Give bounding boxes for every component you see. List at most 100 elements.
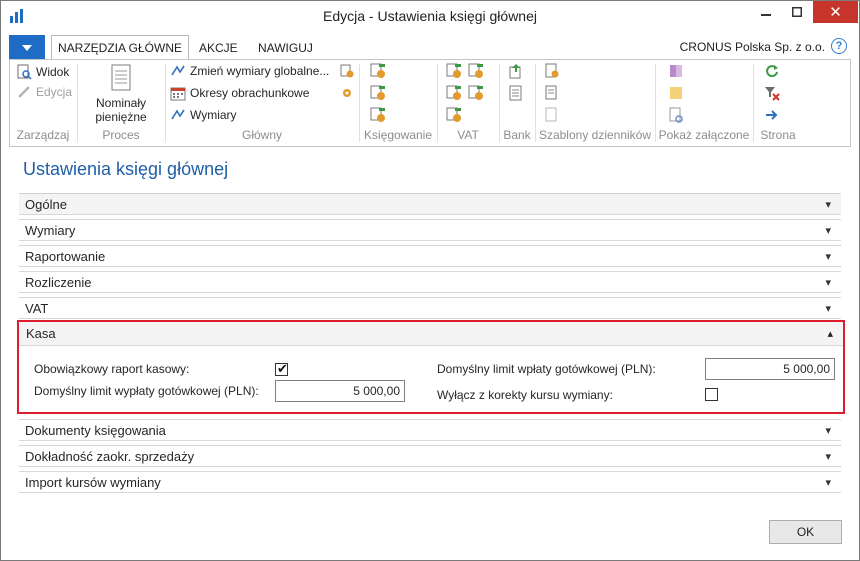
dimensions-label: Wymiary [190, 108, 237, 122]
fasttab-label: Kasa [26, 326, 56, 341]
next-arrow-icon[interactable] [764, 107, 780, 126]
dialog-window: Edycja - Ustawienia księgi głównej ✕ NAR… [0, 0, 860, 561]
chevron-down-icon: ▾ [825, 251, 831, 263]
dropdown-arrow-icon [22, 40, 32, 54]
group-label-vat: VAT [457, 128, 479, 142]
fasttab-label: Wymiary [25, 222, 76, 238]
fasttab-import-kursow[interactable]: Import kursów wymiany ▾ [19, 471, 841, 493]
bank-statement-icon[interactable] [508, 85, 524, 104]
vat-icon[interactable] [468, 85, 484, 104]
journal-template-icon[interactable] [544, 85, 560, 104]
chevron-down-icon: ▾ [825, 477, 831, 489]
ribbon-group-proces: Nominały pieniężne Proces [78, 60, 164, 146]
fasttab-label: Ogólne [25, 196, 67, 212]
chevron-down-icon: ▾ [825, 451, 831, 463]
tab-narzedzia-glowne[interactable]: NARZĘDZIA GŁÓWNE [51, 35, 190, 61]
edit-icon [16, 84, 32, 100]
chevron-down-icon: ▾ [825, 425, 831, 437]
edit-button[interactable]: Edycja [16, 84, 72, 100]
group-label-zarzadzaj: Zarządzaj [16, 128, 70, 142]
tab-nawiguj[interactable]: NAWIGUJ [252, 35, 319, 60]
fasttab-kasa[interactable]: Kasa ▴ [19, 322, 843, 346]
company-name: CRONUS Polska Sp. z o.o. [679, 40, 825, 54]
accounting-periods-label: Okresy obrachunkowe [190, 86, 310, 100]
denominations-label-line1: Nominały [95, 96, 146, 110]
group-label-zalaczone: Pokaż załączone [658, 128, 750, 142]
chevron-down-icon: ▾ [825, 225, 831, 237]
exclude-rate-adjustment-checkbox[interactable] [705, 388, 718, 401]
mandatory-cash-report-checkbox[interactable]: ✔ [275, 361, 288, 376]
fasttab-wymiary[interactable]: Wymiary ▾ [19, 219, 841, 241]
view-button[interactable]: Widok [16, 64, 69, 80]
group-label-proces: Proces [102, 128, 140, 142]
chevron-down-icon: ▾ [825, 303, 831, 315]
fasttab-label: VAT [25, 300, 49, 316]
notes-icon[interactable] [668, 85, 684, 104]
settings-gear-icon[interactable] [340, 64, 354, 81]
posting-icon[interactable] [370, 85, 386, 104]
fasttab-rozliczenie[interactable]: Rozliczenie ▾ [19, 271, 841, 293]
clear-filter-icon[interactable] [764, 85, 780, 104]
ribbon-group-bank: Bank [500, 60, 534, 146]
payout-limit-field[interactable]: 5 000,00 [275, 380, 405, 402]
links-icon[interactable] [668, 107, 684, 126]
ribbon-group-zalaczone: Pokaż załączone [656, 60, 752, 146]
minimize-icon [761, 4, 771, 20]
checkmark-icon: ✔ [277, 361, 288, 376]
journal-template-icon[interactable] [544, 107, 560, 126]
app-menu-button[interactable] [9, 35, 45, 59]
fasttab-label: Import kursów wymiany [25, 474, 161, 490]
ribbon-group-glowny: Zmień wymiary globalne... Okresy obrachu… [166, 60, 358, 146]
chevron-up-icon: ▴ [827, 328, 833, 340]
title-bar[interactable]: Edycja - Ustawienia księgi głównej ✕ [1, 1, 859, 31]
change-global-dimensions-button[interactable]: Zmień wymiary globalne... [170, 63, 329, 79]
minimize-button[interactable] [751, 1, 781, 23]
tab-akcje[interactable]: AKCJE [193, 35, 244, 60]
fasttab-label: Dokładność zaokr. sprzedaży [25, 448, 195, 464]
document-icon [110, 64, 132, 92]
fasttab-label: Dokumenty księgowania [25, 422, 166, 438]
dimensions-icon [170, 107, 186, 123]
ok-button[interactable]: OK [769, 520, 842, 544]
ribbon-group-szablony: Szablony dzienników [536, 60, 654, 146]
chevron-down-icon: ▾ [825, 199, 831, 211]
group-label-szablony: Szablony dzienników [538, 128, 652, 142]
vat-icon[interactable] [468, 63, 484, 82]
change-dimensions-icon [170, 63, 186, 79]
view-icon [16, 64, 32, 80]
journal-template-icon[interactable] [544, 63, 560, 82]
posting-icon[interactable] [370, 63, 386, 82]
onenote-icon[interactable] [668, 63, 684, 82]
settings-gear-icon[interactable] [340, 86, 354, 103]
vat-icon[interactable] [446, 85, 462, 104]
vat-icon[interactable] [446, 63, 462, 82]
fasttab-vat[interactable]: VAT ▾ [19, 297, 841, 319]
refresh-icon[interactable] [764, 63, 780, 82]
dimensions-button[interactable]: Wymiary [170, 107, 237, 123]
page-title: Ustawienia księgi głównej [23, 159, 229, 179]
ribbon: Widok Edycja Zarządzaj Nominały pieniężn… [9, 59, 851, 147]
posting-icon[interactable] [370, 107, 386, 126]
fasttab-label: Raportowanie [25, 248, 106, 264]
fasttab-ogolne[interactable]: Ogólne ▾ [19, 193, 841, 215]
denominations-button[interactable]: Nominały pieniężne [88, 64, 154, 124]
bank-import-icon[interactable] [508, 63, 524, 82]
ribbon-group-vat: VAT [438, 60, 498, 146]
group-label-glowny: Główny [241, 128, 282, 142]
fasttab-dokladnosc-zaokraglenia[interactable]: Dokładność zaokr. sprzedaży ▾ [19, 445, 841, 467]
close-icon: ✕ [829, 4, 842, 21]
menu-tab-row: NARZĘDZIA GŁÓWNE AKCJE NAWIGUJ CRONUS Po… [1, 34, 859, 61]
chevron-down-icon: ▾ [825, 277, 831, 289]
fasttab-dokumenty-ksiegowania[interactable]: Dokumenty księgowania ▾ [19, 419, 841, 441]
vat-icon[interactable] [446, 107, 462, 126]
exclude-rate-adjustment-label: Wyłącz z korekty kursu wymiany: [437, 388, 613, 402]
group-label-strona: Strona [760, 128, 796, 142]
maximize-button[interactable] [782, 1, 812, 23]
fasttab-raportowanie[interactable]: Raportowanie ▾ [19, 245, 841, 267]
close-button[interactable]: ✕ [813, 1, 858, 23]
fasttab-kasa-highlight: Kasa ▴ Obowiązkowy raport kasowy: ✔ Domy… [17, 320, 845, 414]
help-icon[interactable]: ? [831, 38, 847, 54]
mandatory-cash-report-label: Obowiązkowy raport kasowy: [34, 362, 190, 376]
deposit-limit-field[interactable]: 5 000,00 [705, 358, 835, 380]
accounting-periods-button[interactable]: Okresy obrachunkowe [170, 85, 309, 101]
